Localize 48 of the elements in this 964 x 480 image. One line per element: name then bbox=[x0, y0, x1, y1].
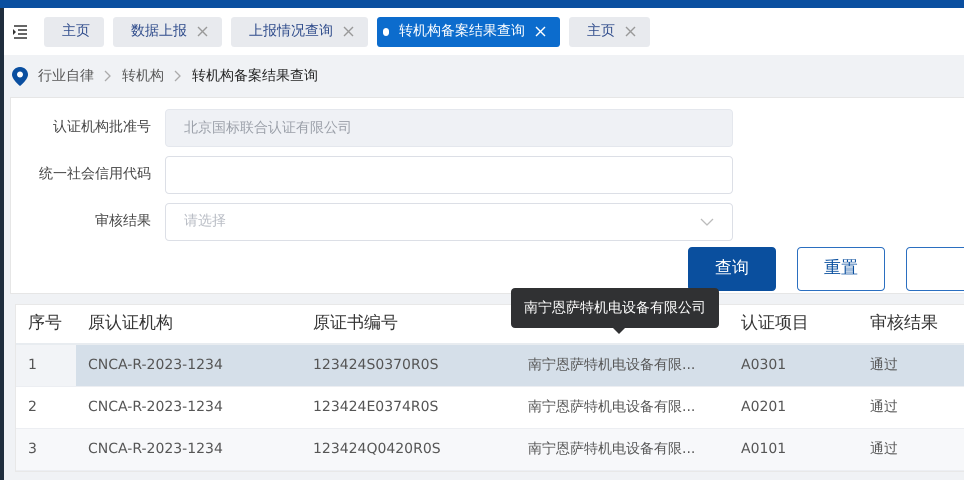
table-cell: 通过 bbox=[858, 344, 964, 386]
tab[interactable]: 转机构备案结果查询 bbox=[377, 16, 560, 46]
column-header: 原证书编号 bbox=[313, 313, 398, 334]
table-cell: A0201 bbox=[729, 386, 858, 428]
table-cell: 通过 bbox=[858, 386, 964, 428]
table-cell: CNCA-R-2023-1234 bbox=[76, 428, 301, 470]
table-cell: A0101 bbox=[729, 428, 858, 470]
column-header: 认证项目 bbox=[741, 313, 809, 334]
column-header: 审核结果 bbox=[870, 313, 938, 334]
table-cell: 南宁恩萨特机电设备有限... bbox=[516, 386, 729, 428]
location-pin-icon bbox=[12, 66, 28, 86]
column-header: 序号 bbox=[28, 313, 62, 334]
menu-icon[interactable] bbox=[12, 24, 28, 38]
table-cell: A0301 bbox=[729, 344, 858, 386]
table-cell: 南宁恩萨特机电设备有限... bbox=[516, 344, 729, 386]
select-placeholder: 请选择 bbox=[184, 212, 226, 231]
table-cell: 南宁恩萨特机电设备有限... bbox=[516, 428, 729, 470]
input-field[interactable] bbox=[165, 156, 733, 194]
table-cell: 3 bbox=[16, 428, 76, 470]
breadcrumb-item[interactable]: 转机构 bbox=[122, 66, 164, 86]
table-cell: 123424S0370R0S bbox=[301, 344, 516, 386]
chevron-icon bbox=[174, 70, 182, 82]
table-cell: 123424E0374R0S bbox=[301, 386, 516, 428]
field-label: 认证机构批准号 bbox=[52, 118, 152, 137]
chevron-icon bbox=[104, 70, 112, 82]
table-cell: 2 bbox=[16, 386, 76, 428]
tab[interactable]: 数据上报 bbox=[113, 16, 222, 46]
chevron-down-icon bbox=[700, 218, 714, 226]
close-icon[interactable] bbox=[343, 26, 354, 37]
table-cell: CNCA-R-2023-1234 bbox=[76, 344, 301, 386]
column-header: 原认证机构 bbox=[88, 313, 173, 334]
tooltip-arrow bbox=[613, 328, 625, 334]
query-button[interactable]: 查询 bbox=[688, 247, 776, 291]
breadcrumb-item[interactable]: 行业自律 bbox=[38, 66, 94, 86]
reset-button[interactable]: 重置 bbox=[797, 247, 885, 291]
table-cell: CNCA-R-2023-1234 bbox=[76, 386, 301, 428]
table-cell: 通过 bbox=[858, 428, 964, 470]
field-label: 审核结果 bbox=[94, 212, 152, 231]
field-label: 统一社会信用代码 bbox=[38, 165, 152, 184]
close-icon[interactable] bbox=[625, 26, 636, 37]
table-cell: 123424Q0420R0S bbox=[301, 428, 516, 470]
breadcrumb-item: 转机构备案结果查询 bbox=[192, 66, 318, 86]
close-icon[interactable] bbox=[197, 26, 208, 37]
table-cell: 1 bbox=[16, 344, 76, 386]
tab[interactable]: 主页 bbox=[44, 16, 104, 46]
tab[interactable]: 主页 bbox=[569, 16, 650, 46]
tab[interactable]: 上报情况查询 bbox=[231, 16, 368, 46]
tooltip: 南宁恩萨特机电设备有限公司 bbox=[511, 288, 719, 328]
